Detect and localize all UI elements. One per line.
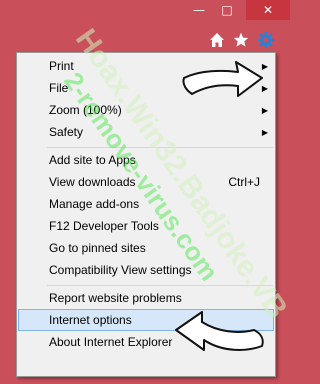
arrow-icon: [182, 61, 263, 97]
arrow-icon: [175, 311, 264, 351]
annotation-arrows: [175, 61, 264, 351]
